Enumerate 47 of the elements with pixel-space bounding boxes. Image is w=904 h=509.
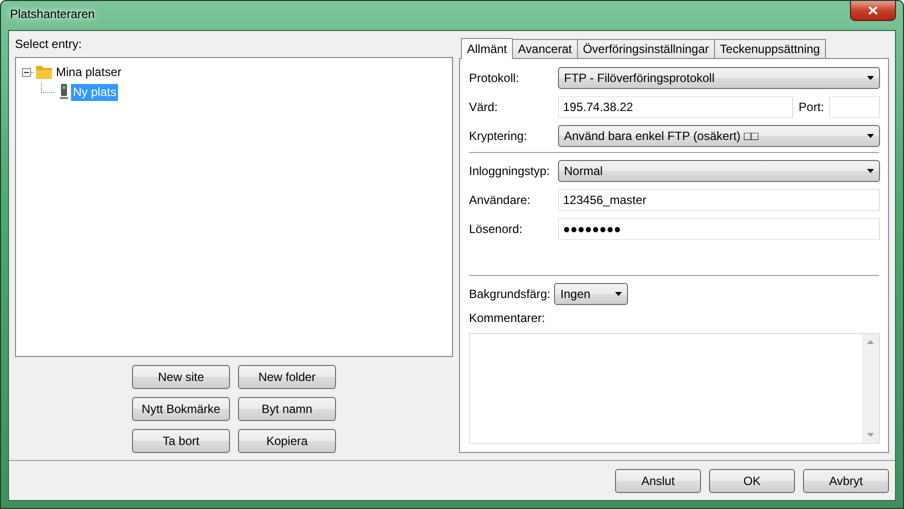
field-label: Inloggningstyp: (469, 164, 550, 178)
tree-item[interactable]: Mina platser (54, 64, 124, 80)
close-icon (868, 6, 878, 15)
dialog-button[interactable]: Anslut (615, 469, 701, 493)
dropdown-caret-icon (615, 292, 622, 296)
field-label: Användare: (469, 193, 530, 207)
site-action-button[interactable]: Byt namn (238, 397, 336, 421)
protocol-dropdown[interactable]: FTP - Filöverföringsprotokoll (558, 67, 880, 89)
password-field[interactable]: ●●●●●●●● (558, 218, 880, 240)
tree-connector (41, 82, 55, 93)
field-label: Bakgrundsfärg: (469, 287, 550, 301)
close-button[interactable] (850, 1, 896, 21)
field-label: Kommentarer: (469, 311, 546, 325)
port-field[interactable] (829, 96, 880, 118)
scrollbar[interactable] (862, 334, 879, 443)
dropdown-caret-icon (867, 169, 874, 173)
tab[interactable]: Avancerat (512, 39, 578, 58)
field-label: Protokoll: (469, 71, 520, 85)
dialog-button[interactable]: OK (709, 469, 795, 493)
encryption-dropdown[interactable]: Använd bara enkel FTP (osäkert) □□ (558, 125, 880, 147)
site-action-button[interactable]: Kopiera (238, 429, 336, 453)
site-action-button[interactable]: New site (132, 365, 230, 389)
site-action-button[interactable]: Nytt Bokmärke (132, 397, 230, 421)
field-label: Värd: (469, 100, 498, 114)
host-field[interactable]: 195.74.38.22 (558, 96, 793, 118)
tab[interactable]: Allmänt (461, 38, 514, 59)
window-title: Platshanteraren (9, 7, 95, 21)
dialog-button[interactable]: Avbryt (803, 469, 889, 493)
site-action-button[interactable]: New folder (238, 365, 336, 389)
dropdown-caret-icon (867, 76, 874, 80)
tab[interactable]: Överföringsinställningar (576, 39, 715, 58)
logon-type-dropdown[interactable]: Normal (558, 160, 880, 182)
field-label: Lösenord: (469, 222, 522, 236)
user-field[interactable]: 123456_master (558, 189, 880, 211)
field-label: Kryptering: (469, 129, 528, 143)
comments-field[interactable] (469, 333, 880, 444)
background-color-dropdown[interactable]: Ingen (554, 283, 628, 305)
server-icon (59, 84, 69, 100)
select-entry-label: Select entry: (15, 37, 83, 51)
scroll-down-icon (867, 433, 874, 437)
folder-icon (36, 65, 52, 79)
dropdown-caret-icon (867, 134, 874, 138)
tab[interactable]: Teckenuppsättning (714, 39, 826, 58)
field-label: Port: (798, 100, 824, 114)
collapse-icon[interactable] (22, 68, 31, 76)
site-action-button[interactable]: Ta bort (132, 429, 230, 453)
scroll-up-icon (867, 340, 874, 344)
